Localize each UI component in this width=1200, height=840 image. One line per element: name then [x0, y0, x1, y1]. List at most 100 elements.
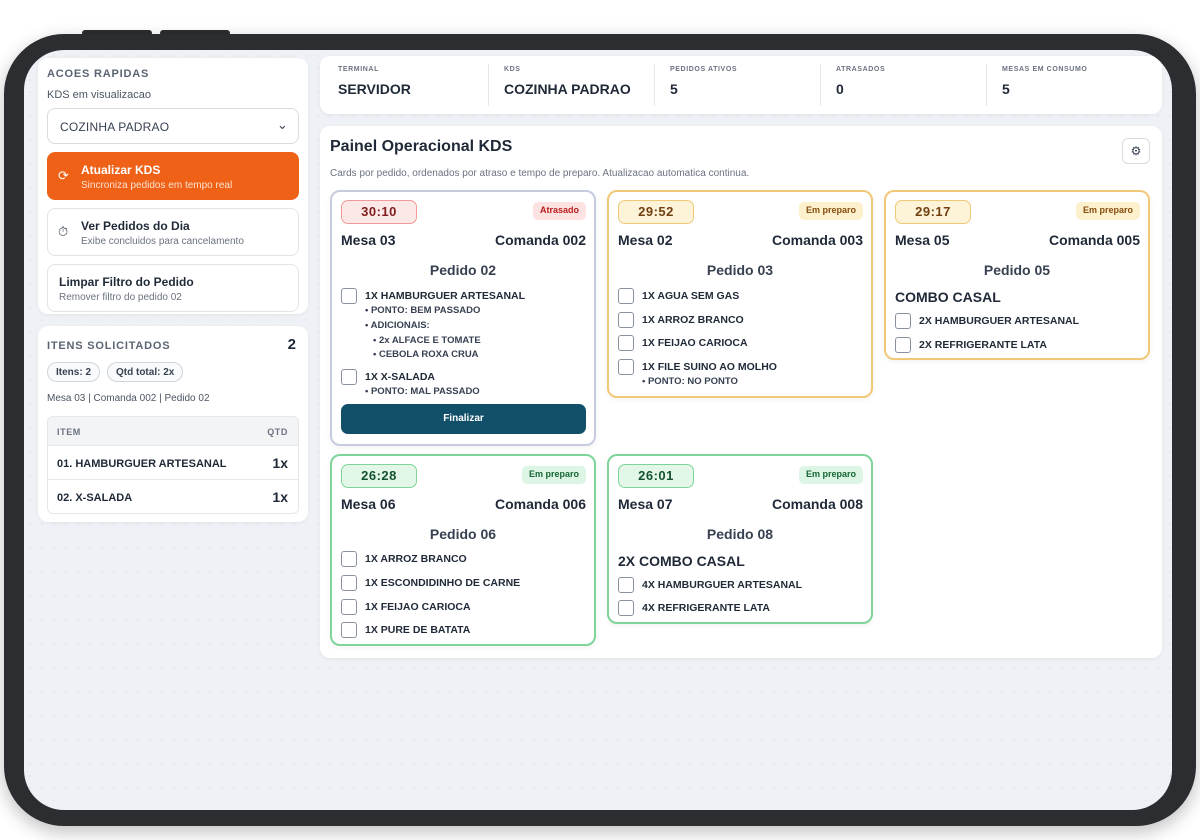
item-checkbox[interactable]: [341, 599, 357, 615]
item-name: 01. HAMBURGUER ARTESANAL: [57, 458, 227, 470]
stat-kds: KDS COZINHA PADRAO: [504, 66, 631, 97]
divider: [488, 64, 489, 106]
item-label: 4X REFRIGERANTE LATA: [642, 602, 770, 614]
view-day-orders-button[interactable]: ⏱ Ver Pedidos do Dia Exibe concluidos pa…: [47, 208, 299, 256]
table-number: Mesa 02: [618, 232, 673, 248]
order-timer: 29:52: [618, 200, 694, 224]
item-checkbox[interactable]: [618, 288, 634, 304]
order-number: Pedido 02: [429, 262, 497, 278]
kds-select-value: COZINHA PADRAO: [60, 120, 170, 134]
item-name: 02. X-SALADA: [57, 492, 133, 504]
stat-value: 5: [670, 81, 678, 97]
status-badge: Em preparo: [1075, 202, 1140, 220]
item-note: • PONTO: BEM PASSADO: [365, 305, 481, 316]
ticket-number: Comanda 003: [771, 232, 863, 248]
item-checkbox[interactable]: [618, 359, 634, 375]
item-checkbox[interactable]: [341, 551, 357, 567]
stat-terminal: TERMINAL SERVIDOR: [338, 66, 411, 97]
board-settings-button[interactable]: ⚙: [1122, 138, 1150, 164]
order-number: Pedido 08: [706, 526, 774, 542]
item-label: 1X PURE DE BATATA: [365, 624, 471, 636]
order-card: 30:10 Atrasado Mesa 03 Comanda 002 Pedid…: [330, 190, 596, 446]
item-note: • ADICIONAIS:: [365, 320, 430, 331]
clear-filter-label: Limpar Filtro do Pedido: [59, 275, 194, 289]
requested-items-title: ITENS SOLICITADOS: [47, 340, 171, 352]
stat-tables: MESAS EM CONSUMO 5: [1002, 66, 1087, 97]
view-day-orders-label: Ver Pedidos do Dia: [81, 219, 190, 233]
stat-active-orders: PEDIDOS ATIVOS 5: [670, 66, 737, 97]
clear-filter-sub: Remover filtro do pedido 02: [59, 292, 182, 303]
item-checkbox[interactable]: [618, 335, 634, 351]
table-row: 01. HAMBURGUER ARTESANAL 1x: [48, 445, 298, 479]
status-badge: Atrasado: [532, 202, 586, 220]
kds-select[interactable]: COZINHA PADRAO ⌄: [47, 108, 299, 144]
item-checkbox[interactable]: [341, 369, 357, 385]
order-number: Pedido 06: [429, 526, 497, 542]
table-number: Mesa 03: [341, 232, 396, 248]
order-card: 26:28 Em preparo Mesa 06 Comanda 006 Ped…: [330, 454, 596, 646]
refresh-kds-button[interactable]: ⟳ Atualizar KDS Sincroniza pedidos em te…: [47, 152, 299, 200]
order-card: 26:01 Em preparo Mesa 07 Comanda 008 Ped…: [607, 454, 873, 624]
table-number: Mesa 07: [618, 496, 673, 512]
table-number: Mesa 06: [341, 496, 396, 512]
item-checkbox[interactable]: [895, 337, 911, 353]
item-label: 1X FILE SUINO AO MOLHO: [642, 361, 777, 373]
finalize-button[interactable]: Finalizar: [341, 404, 586, 434]
items-pill: Itens: 2: [47, 362, 101, 382]
table-header: ITEM QTD: [48, 417, 298, 445]
order-timer: 30:10: [341, 200, 417, 224]
item-checkbox[interactable]: [341, 622, 357, 638]
item-checkbox[interactable]: [895, 313, 911, 329]
stat-label: ATRASADOS: [836, 66, 886, 73]
operations-board: Painel Operacional KDS Cards por pedido,…: [320, 126, 1162, 658]
total-qty-pill: Qtd total: 2x: [107, 362, 184, 382]
item-checkbox[interactable]: [341, 575, 357, 591]
item-label: 1X HAMBURGUER ARTESANAL: [365, 290, 526, 302]
order-card: 29:17 Em preparo Mesa 05 Comanda 005 Ped…: [884, 190, 1150, 360]
view-day-orders-sub: Exibe concluidos para cancelamento: [81, 236, 244, 247]
status-badge: Em preparo: [521, 466, 586, 484]
order-reference: Mesa 03 | Comanda 002 | Pedido 02: [47, 393, 210, 404]
combo-title: 2X COMBO CASAL: [618, 553, 745, 569]
history-icon: ⏱: [58, 224, 69, 239]
stats-bar: TERMINAL SERVIDOR KDS COZINHA PADRAO PED…: [320, 56, 1162, 114]
stat-label: PEDIDOS ATIVOS: [670, 66, 738, 73]
clear-filter-button[interactable]: Limpar Filtro do Pedido Remover filtro d…: [47, 264, 299, 312]
divider: [654, 64, 655, 106]
side-button: [4, 156, 10, 216]
refresh-kds-label: Atualizar KDS: [81, 163, 161, 177]
order-timer: 26:01: [618, 464, 694, 488]
item-checkbox[interactable]: [618, 600, 634, 616]
ticket-number: Comanda 008: [771, 496, 863, 512]
item-label: 1X ARROZ BRANCO: [642, 314, 744, 326]
item-note: • CEBOLA ROXA CRUA: [373, 349, 479, 360]
chevron-down-icon: ⌄: [276, 117, 288, 132]
order-number: Pedido 05: [983, 262, 1051, 278]
stat-value: SERVIDOR: [338, 81, 411, 97]
quick-actions-title: ACOES RAPIDAS: [47, 68, 150, 80]
ticket-number: Comanda 002: [494, 232, 586, 248]
kds-select-label: KDS em visualizacao: [47, 89, 151, 101]
item-checkbox[interactable]: [618, 577, 634, 593]
item-label: 1X FEIJAO CARIOCA: [365, 601, 471, 613]
requested-items-count: 2: [287, 336, 296, 353]
column-header-qty: QTD: [267, 427, 288, 437]
order-number: Pedido 03: [706, 262, 774, 278]
item-qty: 1x: [272, 489, 288, 505]
column-header-item: ITEM: [57, 427, 81, 437]
item-label: 1X ESCONDIDINHO DE CARNE: [365, 577, 521, 589]
kds-screen: ACOES RAPIDAS KDS em visualizacao COZINH…: [24, 50, 1172, 810]
divider: [986, 64, 987, 106]
table-number: Mesa 05: [895, 232, 950, 248]
stat-label: TERMINAL: [338, 66, 379, 73]
item-label: 1X AGUA SEM GAS: [642, 290, 740, 302]
board-title: Painel Operacional KDS: [330, 138, 513, 155]
item-checkbox[interactable]: [618, 312, 634, 328]
items-table: ITEM QTD 01. HAMBURGUER ARTESANAL 1x 02.…: [47, 416, 299, 514]
stat-label: MESAS EM CONSUMO: [1002, 66, 1088, 73]
item-note: • 2x ALFACE E TOMATE: [373, 335, 481, 346]
ticket-number: Comanda 005: [1048, 232, 1140, 248]
item-checkbox[interactable]: [341, 288, 357, 304]
stat-late: ATRASADOS 0: [836, 66, 885, 97]
stat-value: 0: [836, 81, 844, 97]
